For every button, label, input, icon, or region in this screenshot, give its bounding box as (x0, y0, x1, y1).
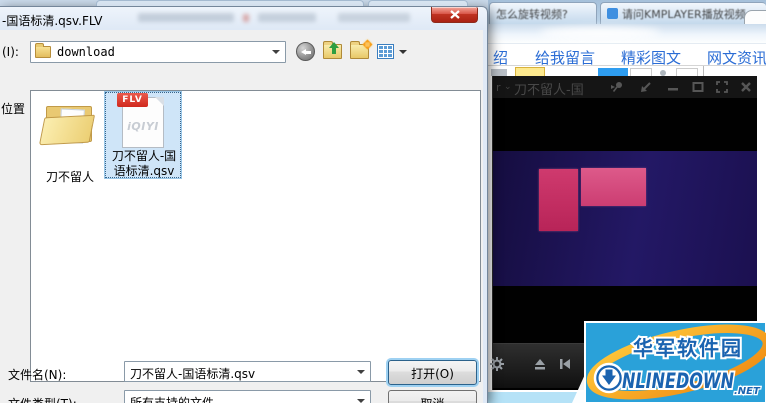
cancel-button-label: 取消 (420, 395, 444, 403)
look-in-label: (I): (2, 45, 19, 59)
views-icon (377, 44, 394, 59)
blurred-tab (368, 0, 468, 6)
blurred-tab (96, 0, 364, 6)
file-type-combobox[interactable]: 所有支持的文件 (124, 390, 371, 403)
file-name: 刀不留人 (45, 170, 94, 184)
up-one-level-button[interactable] (323, 41, 342, 59)
back-button[interactable] (296, 42, 315, 61)
views-dropdown-caret-icon[interactable] (399, 50, 407, 54)
glass-blur-artifact (138, 13, 234, 22)
video-content-shape (539, 169, 578, 231)
file-name-label: 文件名(N): (8, 368, 67, 382)
look-in-value: download (57, 45, 115, 59)
browser-tab-2[interactable]: 请问KMPLAYER播放视频 (600, 2, 766, 24)
popup-window-corner (744, 10, 766, 24)
glass-blur-artifact (258, 13, 316, 22)
watermark-site-name: 华军软件园 (633, 336, 743, 360)
views-button[interactable] (377, 44, 394, 59)
corner-arrow-icon[interactable] (639, 80, 653, 94)
look-in-combobox[interactable]: download (30, 41, 286, 63)
dialog-body: (I): download 位置 刀不留人 iQIYI FLV 刀不留人-国语标… (0, 30, 483, 403)
folder-front (38, 114, 96, 146)
flv-badge: FLV (117, 93, 148, 107)
restore-icon[interactable] (691, 80, 705, 94)
minimize-icon[interactable] (666, 80, 680, 94)
screenshot-root: 怎么旋转视频? 请问KMPLAYER播放视频 绍 给我留言 精彩图文 网文资讯 … (0, 0, 766, 403)
tab-label: 怎么旋转视频? (496, 7, 568, 21)
pin-icon[interactable] (610, 80, 624, 94)
chevron-down-icon (272, 50, 280, 54)
up-folder-icon (323, 41, 342, 59)
folder-icon (35, 43, 51, 58)
browser-tab-1[interactable]: 怎么旋转视频? (489, 2, 597, 24)
fullscreen-icon[interactable] (715, 80, 729, 94)
player-video-title: 刀不留人-国 (514, 83, 584, 98)
open-file-dialog: -国语标清.qsv.FLV (I): download 位置 刀不留人 iQIY… (0, 6, 488, 403)
watermark-tld: .NET (734, 386, 761, 397)
tab-label: 请问KMPLAYER播放视频 (622, 7, 746, 21)
new-folder-icon (350, 39, 373, 59)
new-folder-button[interactable] (350, 39, 373, 59)
file-name-combobox[interactable]: 刀不留人-国语标清.qsv (124, 361, 371, 382)
page-fragment (491, 69, 507, 76)
gear-icon[interactable] (489, 356, 505, 372)
chevron-down-icon (357, 398, 365, 403)
tab-favicon-icon (607, 8, 618, 19)
onlinedown-watermark: 华军软件园 NLINEDOWN .NET (571, 314, 766, 403)
chevron-down-icon[interactable]: ⌄ (504, 82, 512, 92)
open-button-label: 打开(O) (411, 367, 454, 381)
close-button[interactable] (431, 7, 478, 23)
video-letterbox-top (493, 98, 757, 151)
video-frame[interactable] (493, 151, 757, 286)
glass-blur-artifact (243, 14, 249, 22)
player-app-name: r (496, 81, 501, 94)
chrome-glass-highlight (540, 27, 660, 39)
glass-blur-artifact (338, 13, 410, 22)
file-type-value: 所有支持的文件 (130, 396, 215, 403)
eject-icon[interactable] (532, 356, 548, 372)
watermark-domain: NLINEDOWN (622, 369, 734, 393)
file-name-value: 刀不留人-国语标清.qsv (130, 367, 256, 381)
close-icon[interactable] (739, 80, 753, 94)
player-titlebar[interactable]: r ⌄ 刀不留人-国 (493, 76, 757, 98)
list-item-file-selected[interactable]: iQIYI FLV 刀不留人-国语标清.qsv (104, 91, 182, 179)
iqiyi-watermark: iQIYI (127, 120, 159, 133)
cancel-button[interactable]: 取消 (388, 390, 477, 403)
file-list[interactable]: 刀不留人 iQIYI FLV 刀不留人-国语标清.qsv (30, 90, 481, 382)
chevron-down-icon (357, 369, 365, 374)
file-name: 刀不留人-国语标清.qsv (111, 149, 177, 178)
list-item-folder[interactable]: 刀不留人 (37, 100, 103, 188)
dialog-title: -国语标清.qsv.FLV (2, 14, 103, 28)
file-type-label: 文件类型(T): (8, 395, 77, 403)
open-button[interactable]: 打开(O) (388, 360, 477, 385)
places-label: 位置 (1, 102, 26, 116)
video-content-shape (581, 168, 646, 206)
back-icon (296, 42, 315, 61)
